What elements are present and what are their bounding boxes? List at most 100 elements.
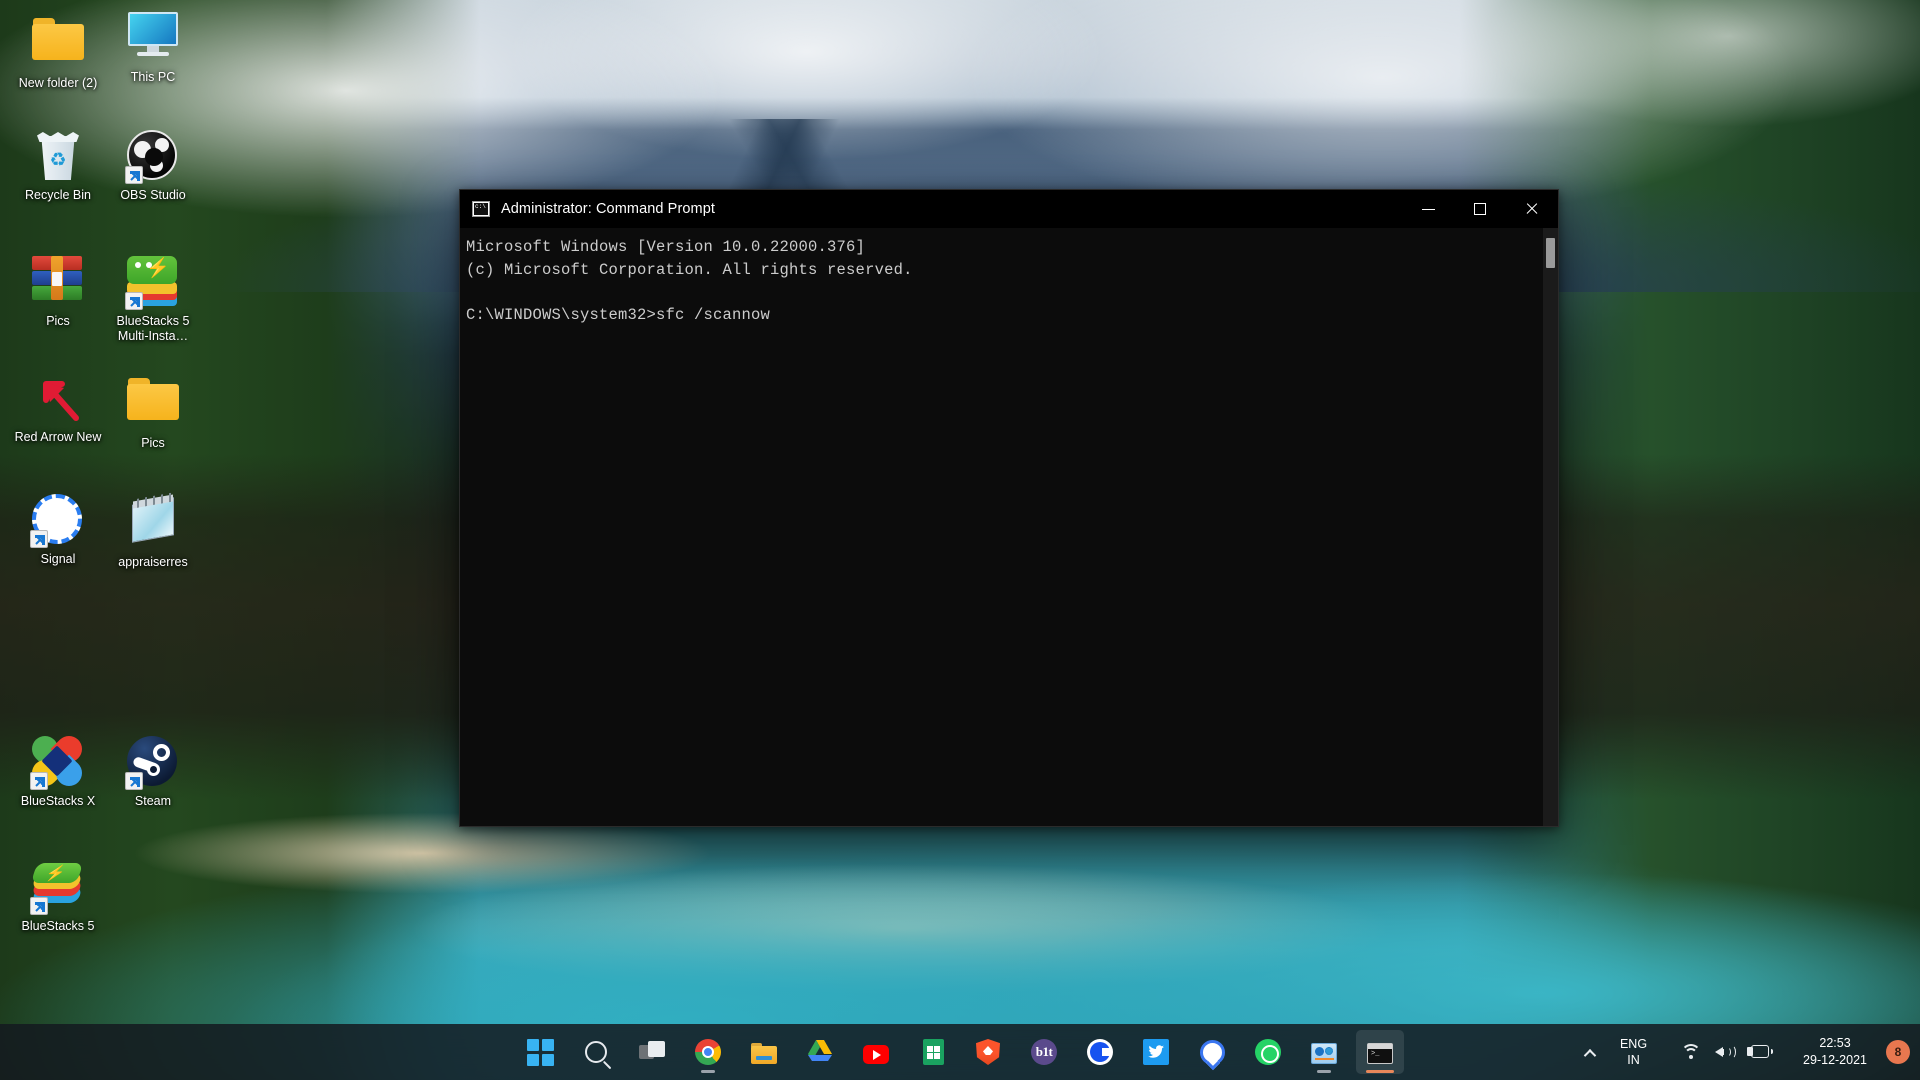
close-button[interactable] [1506, 190, 1558, 228]
obs-studio-icon [127, 130, 179, 182]
desktop-icon-new-folder-2[interactable]: New folder (2) [10, 12, 106, 91]
shortcut-arrow-icon [125, 772, 143, 790]
notepad-file-icon [127, 497, 179, 549]
task-view-icon [639, 1041, 665, 1063]
desktop-icon-label: BlueStacks X [10, 794, 106, 809]
desktop-icon-label: Pics [105, 436, 201, 451]
language-line-2: IN [1620, 1052, 1647, 1068]
shortcut-arrow-icon [30, 530, 48, 548]
desktop-icon-red-arrow-new[interactable]: Red Arrow New [10, 372, 106, 445]
desktop-icon-pics-folder[interactable]: Pics [105, 372, 201, 451]
desktop-icon-steam[interactable]: Steam [105, 736, 201, 809]
command-prompt-icon [472, 201, 490, 217]
task-view-button[interactable] [628, 1030, 676, 1074]
desktop-icon-label: OBS Studio [105, 188, 201, 203]
windows-logo-icon [527, 1039, 553, 1065]
system-tray: ENG IN 22:53 29-12-2021 8 [1577, 1024, 1920, 1080]
taskbar-center-group: b1t [516, 1024, 1404, 1080]
notification-badge[interactable]: 8 [1886, 1040, 1910, 1064]
window-titlebar[interactable]: Administrator: Command Prompt [460, 190, 1558, 228]
chrome-icon [695, 1039, 721, 1065]
maximize-button[interactable] [1454, 190, 1506, 228]
brave-button[interactable] [964, 1030, 1012, 1074]
desktop-icon-label: Red Arrow New [10, 430, 106, 445]
steam-icon [127, 736, 179, 788]
desktop-icon-bluestacks-x[interactable]: BlueStacks X [10, 736, 106, 809]
console-scrollbar[interactable] [1543, 228, 1558, 826]
desktop-icon-pics-archive[interactable]: Pics [10, 252, 106, 329]
command-prompt-window[interactable]: Administrator: Command Prompt Microsoft … [459, 189, 1559, 827]
clock-date: 29-12-2021 [1803, 1052, 1867, 1069]
twitter-button[interactable] [1132, 1030, 1180, 1074]
signal-icon [32, 494, 84, 546]
desktop-icon-label: Pics [10, 314, 106, 329]
volume-icon [1715, 1044, 1733, 1060]
desktop-icon-label: Recycle Bin [10, 188, 106, 203]
desktop-icon-label: New folder (2) [10, 76, 106, 91]
running-indicator [1317, 1070, 1331, 1073]
running-indicator [701, 1070, 715, 1073]
brave-icon [976, 1039, 1000, 1065]
desktop-icon-label: BlueStacks 5 Multi-Insta… [105, 314, 201, 344]
google-drive-button[interactable] [796, 1030, 844, 1074]
youtube-icon [863, 1045, 889, 1064]
google-sheets-button[interactable] [908, 1030, 956, 1074]
desktop-icon-bluestacks-multi-instance[interactable]: ⚡ BlueStacks 5 Multi-Insta… [105, 252, 201, 344]
coinbase-button[interactable] [1076, 1030, 1124, 1074]
twitter-icon [1143, 1039, 1169, 1065]
bit-button[interactable]: b1t [1020, 1030, 1068, 1074]
desktop-icon-label: This PC [105, 70, 201, 85]
desktop-icon-signal[interactable]: Signal [10, 494, 106, 567]
shortcut-arrow-icon [30, 772, 48, 790]
taskbar[interactable]: b1t ENG [0, 1024, 1920, 1080]
search-icon [583, 1039, 609, 1065]
file-explorer-icon [751, 1043, 777, 1064]
desktop-icon-label: Signal [10, 552, 106, 567]
desktop-icon-obs-studio[interactable]: OBS Studio [105, 130, 201, 203]
show-hidden-icons-button[interactable] [1577, 1030, 1603, 1074]
google-drive-icon [807, 1039, 833, 1065]
shortcut-arrow-icon [125, 166, 143, 184]
chrome-button[interactable] [684, 1030, 732, 1074]
window-title: Administrator: Command Prompt [501, 201, 715, 217]
coinbase-icon [1087, 1039, 1113, 1065]
whatsapp-button[interactable] [1244, 1030, 1292, 1074]
command-prompt-icon [1367, 1043, 1393, 1064]
youtube-button[interactable] [852, 1030, 900, 1074]
bluestacks-multi-instance-icon: ⚡ [127, 256, 179, 308]
console-output: Microsoft Windows [Version 10.0.22000.37… [466, 236, 1558, 326]
wifi-icon [1681, 1044, 1701, 1060]
command-prompt-taskbar-button[interactable] [1356, 1030, 1404, 1074]
desktop-icon-appraiserres[interactable]: appraiserres [105, 494, 201, 570]
red-arrow-image-icon [32, 372, 84, 424]
desktop-icon-recycle-bin[interactable]: ♻ Recycle Bin [10, 130, 106, 203]
language-indicator[interactable]: ENG IN [1603, 1030, 1664, 1074]
console-body[interactable]: Microsoft Windows [Version 10.0.22000.37… [460, 228, 1558, 826]
scrollbar-thumb[interactable] [1546, 238, 1555, 268]
bluestacks-5-icon: ⚡ [32, 861, 84, 913]
start-button[interactable] [516, 1030, 564, 1074]
file-explorer-button[interactable] [740, 1030, 788, 1074]
minimize-button[interactable] [1402, 190, 1454, 228]
folder-icon [32, 18, 84, 70]
bit-icon: b1t [1031, 1039, 1057, 1065]
shortcut-arrow-icon [125, 292, 143, 310]
signal-button[interactable] [1188, 1030, 1236, 1074]
google-sheets-icon [923, 1039, 944, 1065]
clock-button[interactable]: 22:53 29-12-2021 [1788, 1030, 1882, 1074]
this-pc-icon [127, 12, 179, 64]
network-volume-battery-button[interactable] [1664, 1030, 1788, 1074]
winrar-archive-icon [32, 256, 84, 308]
control-panel-icon [1311, 1043, 1337, 1064]
desktop-icon-label: BlueStacks 5 [10, 919, 106, 934]
desktop-icon-label: appraiserres [105, 555, 201, 570]
desktop-icon-this-pc[interactable]: This PC [105, 8, 201, 85]
search-button[interactable] [572, 1030, 620, 1074]
shortcut-arrow-icon [30, 897, 48, 915]
folder-icon [127, 378, 179, 430]
control-panel-button[interactable] [1300, 1030, 1348, 1074]
active-window-indicator [1366, 1070, 1394, 1073]
desktop-icon-label: Steam [105, 794, 201, 809]
language-line-1: ENG [1620, 1036, 1647, 1052]
desktop-icon-bluestacks-5[interactable]: ⚡ BlueStacks 5 [10, 857, 106, 934]
